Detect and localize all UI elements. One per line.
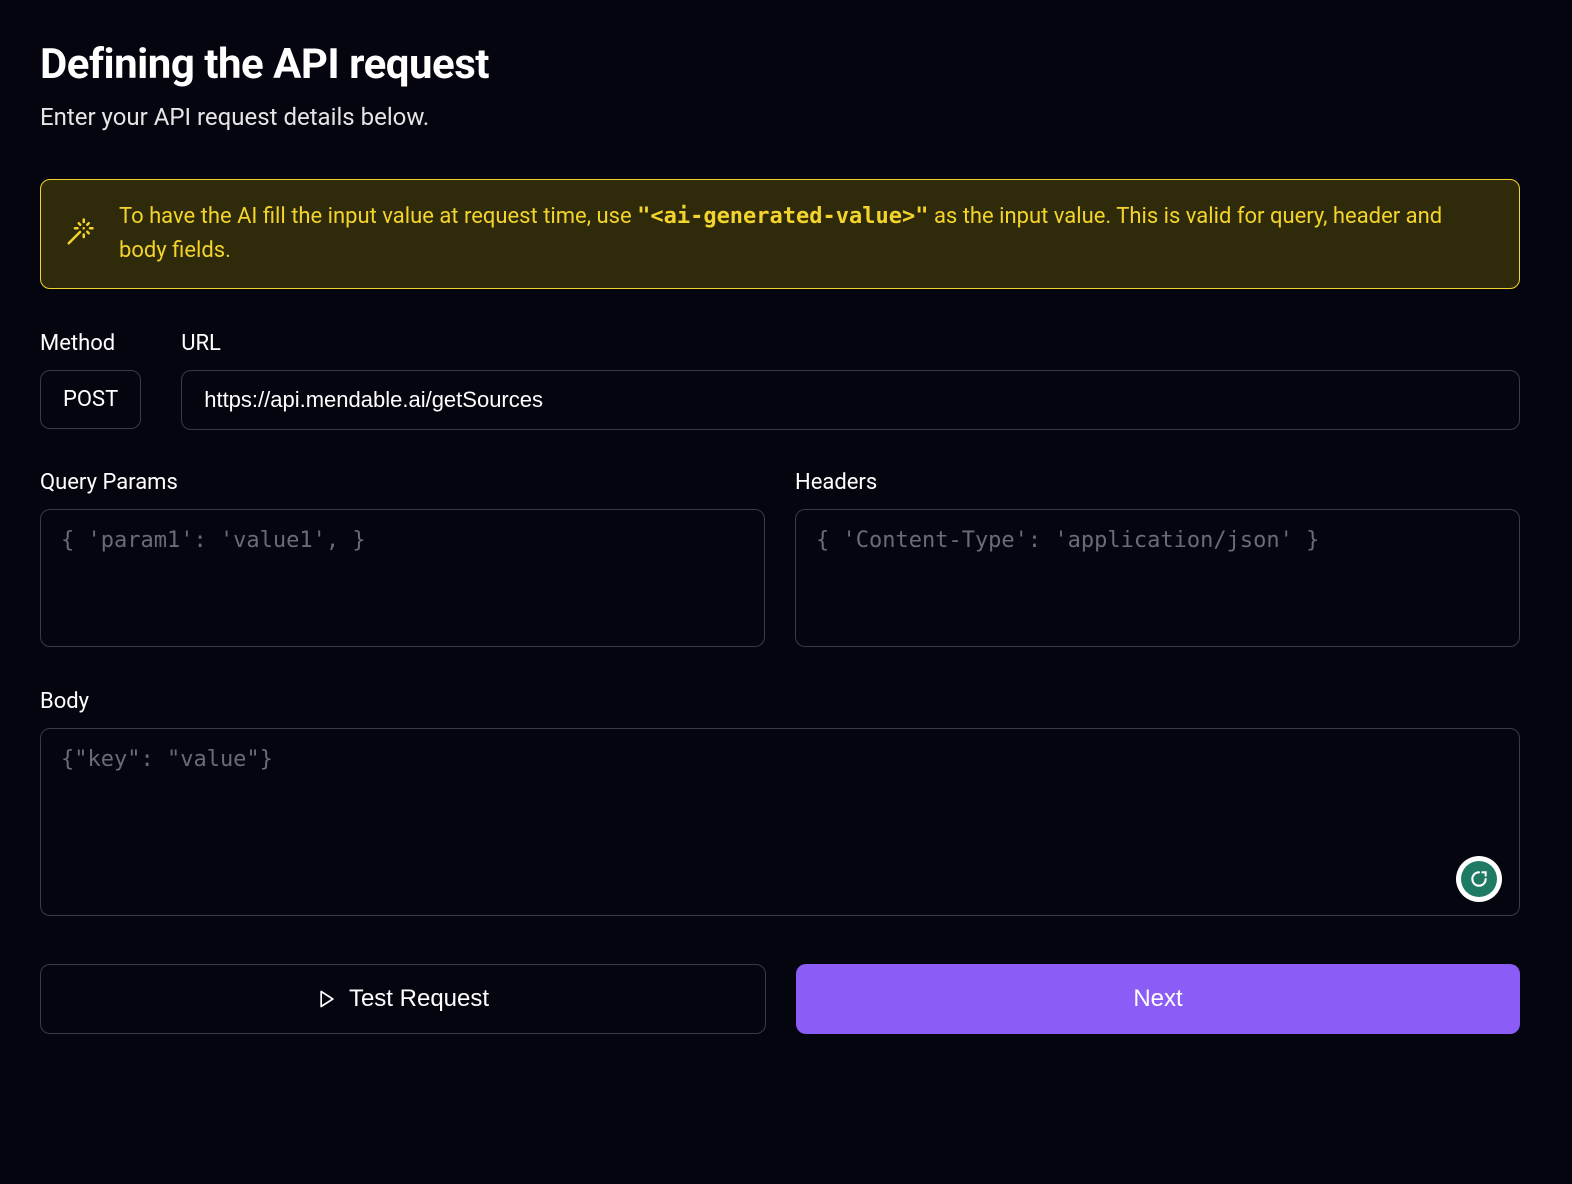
headers-group: Headers [795, 470, 1520, 647]
tip-prefix: To have the AI fill the input value at r… [119, 204, 637, 229]
method-label: Method [40, 331, 141, 356]
body-group: Body [40, 689, 1520, 920]
body-input[interactable] [40, 728, 1520, 916]
url-field-group: URL [181, 331, 1520, 430]
test-request-button[interactable]: Test Request [40, 964, 766, 1034]
play-icon [317, 989, 337, 1009]
tip-text: To have the AI fill the input value at r… [119, 200, 1495, 268]
api-request-form: Defining the API request Enter your API … [40, 40, 1520, 1034]
method-select[interactable]: POST [40, 370, 141, 429]
headers-input[interactable] [795, 509, 1520, 647]
test-request-label: Test Request [349, 985, 489, 1013]
url-label: URL [181, 331, 1520, 356]
grammarly-icon [1461, 861, 1497, 897]
ai-value-tip: To have the AI fill the input value at r… [40, 179, 1520, 289]
query-params-group: Query Params [40, 470, 765, 647]
body-label: Body [40, 689, 1520, 714]
grammarly-badge[interactable] [1456, 856, 1502, 902]
magic-wand-icon [65, 217, 95, 251]
next-button[interactable]: Next [796, 964, 1520, 1034]
page-title: Defining the API request [40, 40, 1520, 89]
method-field-group: Method POST [40, 331, 141, 429]
tip-code: "<ai-generated-value>" [637, 204, 928, 229]
url-input[interactable] [181, 370, 1520, 430]
query-params-label: Query Params [40, 470, 765, 495]
headers-label: Headers [795, 470, 1520, 495]
next-label: Next [1133, 985, 1182, 1013]
page-subtitle: Enter your API request details below. [40, 103, 1520, 131]
query-params-input[interactable] [40, 509, 765, 647]
